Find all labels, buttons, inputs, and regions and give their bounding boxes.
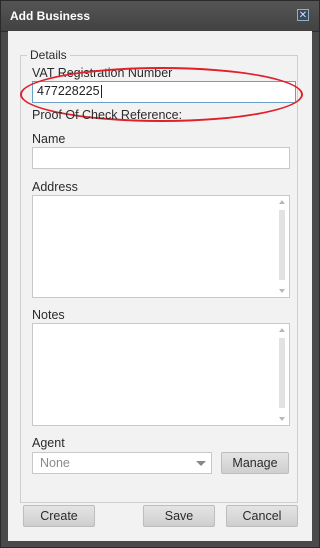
create-button[interactable]: Create [23,505,95,527]
scroll-up-icon[interactable] [279,200,285,204]
form-panel: Details VAT Registration Number 47722822… [8,31,312,541]
save-button[interactable]: Save [143,505,215,527]
scroll-down-icon[interactable] [279,417,285,421]
address-scrollbar[interactable] [277,196,287,297]
vat-value: 477228225 [37,84,100,98]
scroll-up-icon[interactable] [279,328,285,332]
vat-label: VAT Registration Number [32,66,173,80]
title-bar[interactable]: Add Business ✕ [1,1,319,32]
vat-registration-input[interactable]: 477228225 [32,81,296,103]
scroll-down-icon[interactable] [279,289,285,293]
window-title: Add Business [10,9,91,23]
manage-button[interactable]: Manage [221,452,289,474]
chevron-down-icon[interactable] [196,461,206,466]
address-label: Address [32,180,78,194]
scroll-thumb[interactable] [279,338,285,408]
cancel-button[interactable]: Cancel [226,505,298,527]
proof-of-check-label: Proof Of Check Reference: [32,108,183,122]
name-label: Name [32,132,66,146]
notes-scrollbar[interactable] [277,324,287,425]
notes-label: Notes [32,308,65,322]
address-textarea[interactable] [32,195,290,298]
agent-label: Agent [32,436,65,450]
notes-textarea[interactable] [32,323,290,426]
name-input[interactable] [32,147,290,169]
scroll-thumb[interactable] [279,210,285,280]
add-business-dialog: Add Business ✕ Details VAT Registration … [0,0,320,548]
agent-selected-value: None [40,456,70,470]
text-caret [100,85,102,99]
details-legend: Details [30,48,67,62]
agent-select[interactable]: None [32,452,212,474]
close-icon[interactable]: ✕ [297,9,309,21]
